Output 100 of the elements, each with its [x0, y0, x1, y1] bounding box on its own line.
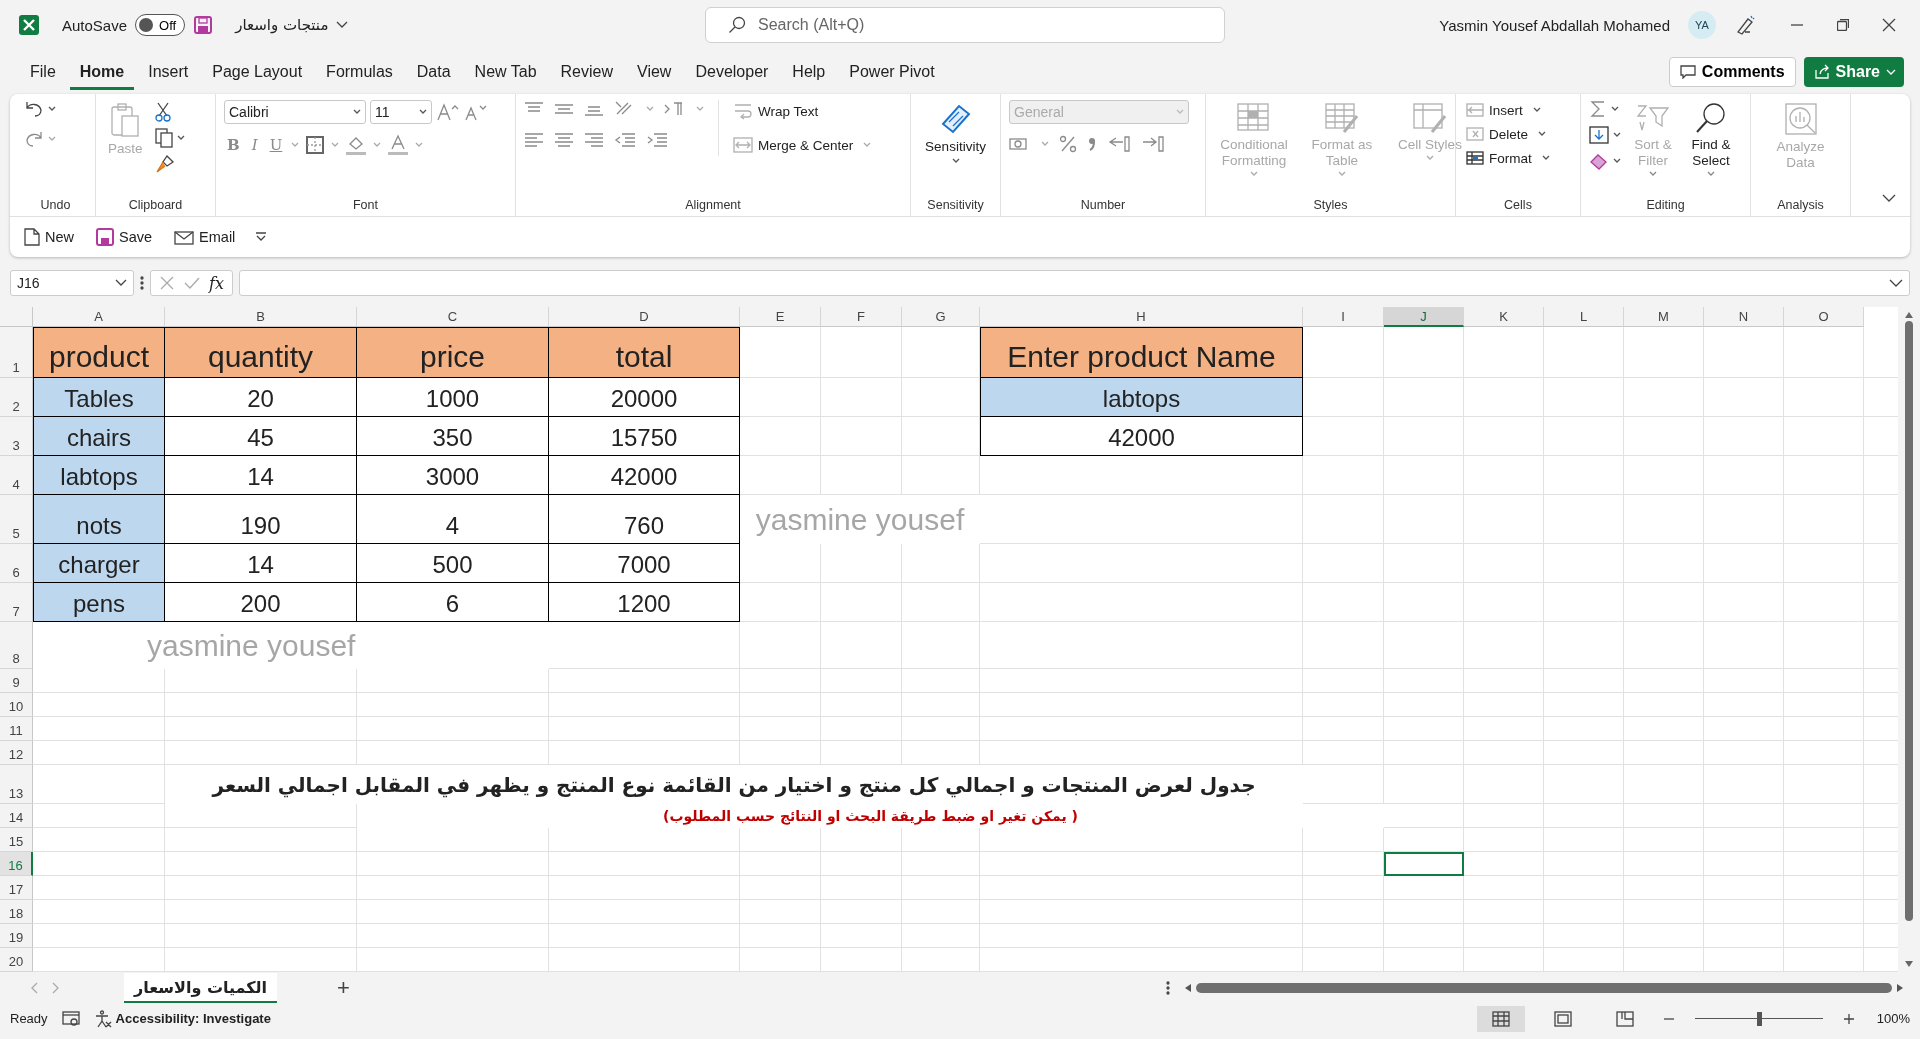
column-header[interactable]: F [821, 307, 902, 327]
chevron-down-icon[interactable] [336, 21, 349, 29]
caret-icon[interactable] [1532, 107, 1541, 113]
row-header[interactable]: 15 [0, 828, 33, 852]
column-header[interactable]: H [980, 307, 1303, 327]
caret-icon[interactable] [1541, 155, 1550, 161]
add-sheet-button[interactable]: + [331, 974, 356, 1002]
column-header[interactable]: O [1784, 307, 1864, 327]
font-style-button[interactable]: I [248, 136, 261, 154]
decrease-font-size-icon[interactable] [464, 103, 488, 121]
next-sheet-icon[interactable] [52, 982, 60, 994]
copy-icon[interactable] [154, 128, 173, 148]
restore-icon[interactable] [1837, 19, 1849, 31]
increase-indent-icon[interactable] [646, 132, 668, 148]
row-header[interactable]: 12 [0, 741, 33, 765]
column-header[interactable]: G [902, 307, 980, 327]
font-color-icon[interactable] [387, 134, 410, 156]
toolbar-button[interactable]: Save [94, 226, 155, 248]
sum-icon[interactable] [1589, 100, 1607, 118]
column-header[interactable]: I [1303, 307, 1384, 327]
search-field[interactable]: Search (Alt+Q) [705, 7, 1225, 43]
normal-view-button[interactable] [1476, 1005, 1525, 1032]
ribbon-tab[interactable]: Power Pivot [839, 54, 945, 90]
borders-icon[interactable] [305, 135, 326, 155]
caret-icon[interactable] [1611, 106, 1619, 112]
file-name[interactable]: منتجات واسعار [235, 16, 329, 34]
ribbon-tab[interactable]: View [627, 54, 682, 90]
collapse-ribbon-icon[interactable] [1882, 194, 1896, 202]
column-header[interactable]: L [1544, 307, 1624, 327]
scissors-icon[interactable] [154, 102, 171, 122]
cancel-icon[interactable] [159, 275, 175, 291]
align-center-icon[interactable] [554, 132, 574, 148]
font-name-field[interactable]: Calibri [224, 100, 366, 124]
scroll-left-icon[interactable] [1184, 983, 1192, 993]
undo-icon[interactable] [24, 100, 44, 118]
row-header[interactable]: 5 [0, 495, 33, 544]
redo-icon[interactable] [24, 130, 44, 148]
user-avatar[interactable]: YA [1688, 11, 1716, 39]
name-box[interactable]: J16 [10, 270, 134, 296]
percent-icon[interactable] [1059, 135, 1077, 153]
row-header[interactable]: 2 [0, 378, 33, 417]
comma-style-icon[interactable] [1087, 135, 1097, 153]
autosave-toggle[interactable]: Off [135, 14, 186, 36]
row-header[interactable]: 8 [0, 622, 33, 669]
row-header[interactable]: 20 [0, 948, 33, 972]
row-header[interactable]: 4 [0, 456, 33, 495]
decrease-decimal-icon[interactable] [1141, 134, 1165, 154]
caret-icon[interactable] [419, 109, 427, 115]
zoom-slider-thumb[interactable] [1756, 1011, 1762, 1026]
horizontal-scrollbar-thumb[interactable] [1196, 983, 1892, 993]
ribbon-tab[interactable]: Formulas [316, 54, 403, 90]
column-header[interactable]: A [33, 307, 165, 327]
column-header[interactable]: K [1464, 307, 1544, 327]
caret-icon[interactable] [1613, 158, 1621, 164]
column-header[interactable]: M [1624, 307, 1704, 327]
column-header[interactable]: N [1704, 307, 1784, 327]
format-painter-icon[interactable] [154, 154, 175, 174]
ribbon-tab[interactable]: File [20, 54, 66, 90]
previous-sheet-icon[interactable] [30, 982, 38, 994]
scroll-right-icon[interactable] [1896, 983, 1904, 993]
toolbar-button[interactable]: New [22, 226, 76, 248]
column-header[interactable]: B [165, 307, 357, 327]
row-header[interactable]: 19 [0, 924, 33, 948]
row-header[interactable]: 13 [0, 765, 33, 804]
row-header[interactable]: 7 [0, 583, 33, 622]
sheet-tab[interactable]: الكميات والاسعار [124, 973, 278, 1003]
ribbon-tab[interactable]: Page Layout [202, 54, 313, 90]
caret-icon[interactable] [951, 158, 960, 165]
editing-menu-button[interactable]: Find & Select [1685, 100, 1737, 172]
column-header[interactable]: D [549, 307, 740, 327]
vertical-scrollbar-thumb[interactable] [1905, 321, 1913, 921]
font-size-field[interactable]: 11 [370, 100, 432, 124]
caret-icon[interactable] [1707, 171, 1715, 178]
macro-icon[interactable] [61, 1010, 80, 1027]
align-left-icon[interactable] [524, 132, 544, 148]
eraser-icon[interactable] [1589, 152, 1609, 170]
toolbar-button[interactable]: Email [172, 227, 238, 247]
decrease-indent-icon[interactable] [614, 132, 636, 148]
ribbon-tab[interactable]: Home [69, 54, 135, 90]
scroll-up-icon[interactable] [1904, 311, 1914, 319]
customize-toolbar-icon[interactable] [255, 232, 268, 242]
share-button[interactable]: Share [1803, 57, 1904, 87]
caret-icon[interactable] [1538, 131, 1547, 137]
zoom-in-icon[interactable] [1842, 1012, 1855, 1025]
ribbon-tab[interactable]: Developer [685, 54, 779, 90]
ribbon-tab[interactable]: Data [406, 54, 461, 90]
column-header[interactable]: J [1384, 307, 1464, 327]
row-header[interactable]: 16 [0, 852, 33, 876]
column-header[interactable]: E [740, 307, 821, 327]
check-icon[interactable] [183, 275, 201, 291]
row-header[interactable]: 17 [0, 876, 33, 900]
row-header[interactable]: 3 [0, 417, 33, 456]
ribbon-tab[interactable]: New Tab [464, 54, 547, 90]
row-header[interactable]: 6 [0, 544, 33, 583]
column-header[interactable]: C [357, 307, 549, 327]
ribbon-tab[interactable]: Insert [138, 54, 199, 90]
caret-icon[interactable] [353, 109, 361, 115]
sensitivity-button[interactable]: Sensitivity [921, 100, 990, 167]
row-header[interactable]: 14 [0, 804, 33, 828]
ribbon-tab[interactable]: Help [782, 54, 836, 90]
